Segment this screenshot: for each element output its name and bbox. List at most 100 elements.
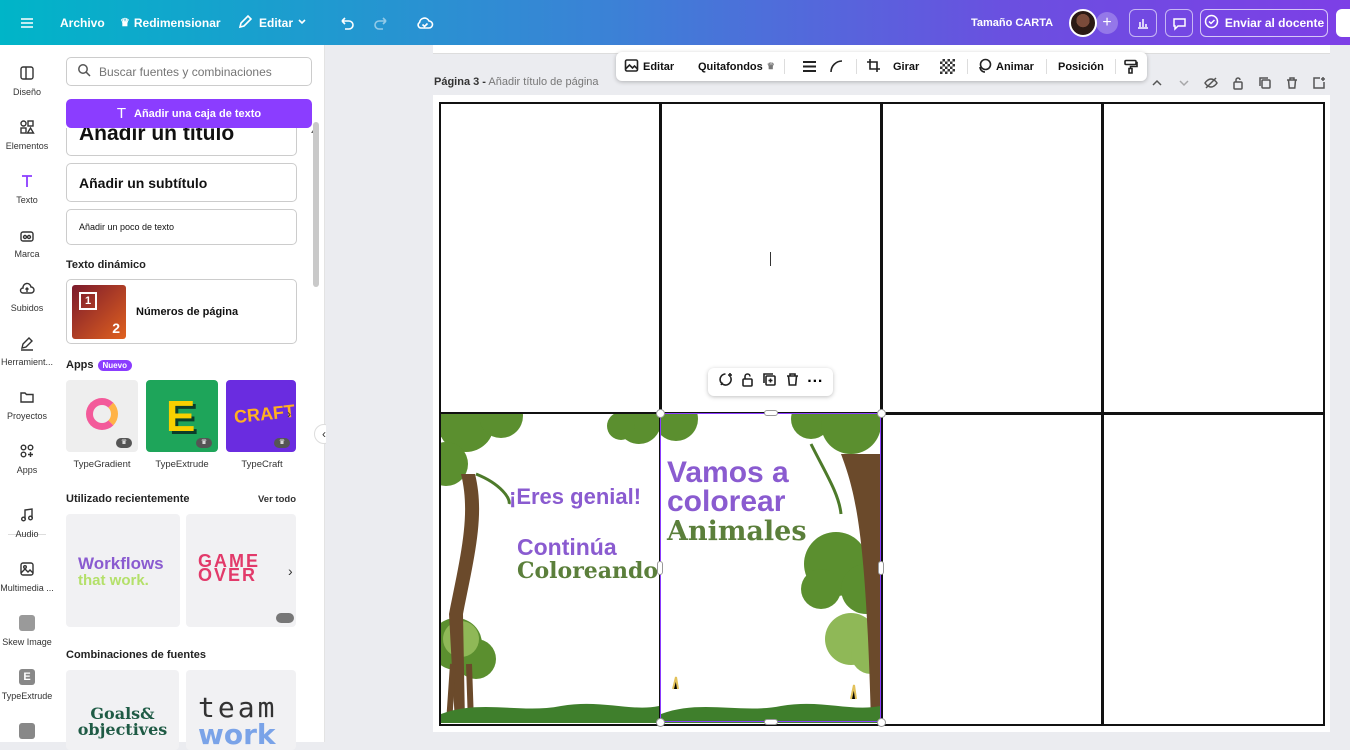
comment-add-icon[interactable] [718,372,733,392]
recent-item[interactable]: GAME OVER [186,514,296,627]
send-label: Enviar al docente [1224,16,1325,30]
send-to-teacher-button[interactable]: Enviar al docente [1200,9,1328,37]
border-style-icon[interactable] [802,52,817,81]
hide-page-icon[interactable] [1204,76,1218,90]
rail-item-elements[interactable]: Elementos [0,119,54,151]
body-style[interactable]: Añadir un poco de texto [66,209,297,245]
resize-handle[interactable] [657,561,663,575]
chevron-up-icon[interactable] [1150,76,1164,90]
top-bar: Archivo ♛ Redimensionar Editar Tamaño CA… [0,0,1350,45]
cloud-saved-icon[interactable] [416,0,434,45]
edit-image-button[interactable]: Editar [624,52,674,81]
bg-remover-button[interactable]: Quitafondos ♛ [698,52,775,81]
resize-handle[interactable] [877,718,886,727]
add-page-icon[interactable] [1312,76,1326,90]
edit-menu[interactable]: Editar [238,0,307,45]
font-combo-item[interactable]: team work [186,670,296,750]
back-cover-image[interactable]: ¡Eres genial! Continúa Coloreando [441,414,659,723]
hamburger-icon[interactable] [18,0,36,45]
font-combo-item[interactable]: Goals& objectives [66,670,179,750]
animate-label: Animar [996,60,1034,73]
rail-item-apps[interactable]: Apps [0,443,54,475]
duplicate-page-icon[interactable] [1258,76,1272,90]
resize-label: Redimensionar [133,15,221,30]
dynamic-text-title: Texto dinámico [66,259,146,271]
rotate-button[interactable]: Girar [893,52,919,81]
resize-handle[interactable] [877,409,886,418]
more-options-icon[interactable]: ··· [807,374,823,390]
design-size[interactable]: Tamaño CARTA [971,0,1053,45]
rail-label: TypeExtrude [1,691,53,701]
rail-item-typeextrude[interactable]: E TypeExtrude [0,669,54,701]
heading-style[interactable]: Añadir un título [66,128,297,156]
app-typeextrude[interactable]: E ♛ [146,380,218,452]
rail-item-uploads[interactable]: Subidos [0,281,54,313]
rail-label: Diseño [12,87,41,97]
page-title-input[interactable]: Añadir título de página [488,76,598,88]
add-collaborator-icon[interactable]: + [1096,12,1118,34]
chevron-down-icon [297,16,307,30]
image-edit-icon [624,58,639,76]
rail-item-design[interactable]: Diseño [0,65,54,97]
app-typecraft[interactable]: CRAFT ♛ [226,380,296,452]
recent-text-line: Workflows [78,554,164,573]
corner-rounding-icon[interactable] [829,52,844,81]
recent-text-line: that work. [78,572,149,589]
rail-label: Texto [16,195,38,205]
paint-format-icon[interactable] [1123,52,1138,81]
resize-button[interactable]: ♛ Redimensionar [120,0,221,45]
rail-item-brand[interactable]: Marca [0,227,54,259]
crop-icon [866,58,881,76]
left-rail: Diseño Elementos Texto Marca Subidos Her… [0,45,54,742]
resize-handle[interactable] [764,410,778,416]
resize-handle[interactable] [656,409,665,418]
recent-item[interactable]: Workflows that work. [66,514,180,627]
resize-handle[interactable] [764,719,778,725]
panel-scrollbar[interactable] [313,122,319,287]
animate-button[interactable]: Animar [977,52,1034,81]
crop-button[interactable] [866,52,881,81]
app-typegradient[interactable]: ♛ [66,380,138,452]
recent-next-icon[interactable]: › [288,563,293,579]
share-button[interactable] [1336,9,1350,37]
chevron-down-icon[interactable] [1177,76,1191,90]
new-badge: Nuevo [97,359,132,371]
search-input[interactable] [99,64,299,79]
rail-label: Multimedia ... [0,583,54,593]
position-button[interactable]: Posición [1058,52,1104,81]
bg-remover-label: Quitafondos [698,60,763,73]
subheading-style[interactable]: Añadir un subtítulo [66,163,297,202]
resize-handle[interactable] [878,561,884,575]
rail-item-tools[interactable]: Herramient... [0,335,54,367]
file-menu[interactable]: Archivo [60,0,105,45]
transparency-icon[interactable] [940,52,955,81]
page-numbers-card[interactable]: 1 2 Números de página [66,279,297,344]
see-all-link[interactable]: Ver todo [258,494,296,505]
rail-item-media[interactable]: Multimedia ... [0,561,54,593]
selection-box[interactable] [660,413,881,722]
divider [967,59,968,74]
back-cover-line2: Continúa [517,534,617,560]
avatar[interactable] [1069,9,1097,37]
app-label: TypeExtrude [155,459,209,470]
rail-item-audio[interactable]: Audio [0,507,54,539]
add-textbox-button[interactable]: T Añadir una caja de texto [66,99,312,128]
apps-next-icon[interactable]: › [287,407,291,421]
heading-label: Añadir un título [79,128,235,145]
edit-label: Editar [259,15,294,30]
rail-label: Marca [14,249,40,259]
rail-item-skew-image[interactable]: Skew Image [0,615,54,647]
lock-icon[interactable] [740,372,755,392]
insights-icon[interactable] [1129,9,1157,37]
comment-icon[interactable] [1165,9,1193,37]
lock-icon[interactable] [1231,76,1245,90]
redo-icon[interactable] [373,0,390,45]
undo-icon[interactable] [338,0,355,45]
resize-handle[interactable] [656,718,665,727]
rail-item-text[interactable]: Texto [0,173,54,205]
duplicate-icon[interactable] [762,372,777,392]
search-box[interactable] [66,57,312,86]
trash-icon[interactable] [785,372,800,392]
rail-item-projects[interactable]: Proyectos [0,389,54,421]
trash-icon[interactable] [1285,76,1299,90]
